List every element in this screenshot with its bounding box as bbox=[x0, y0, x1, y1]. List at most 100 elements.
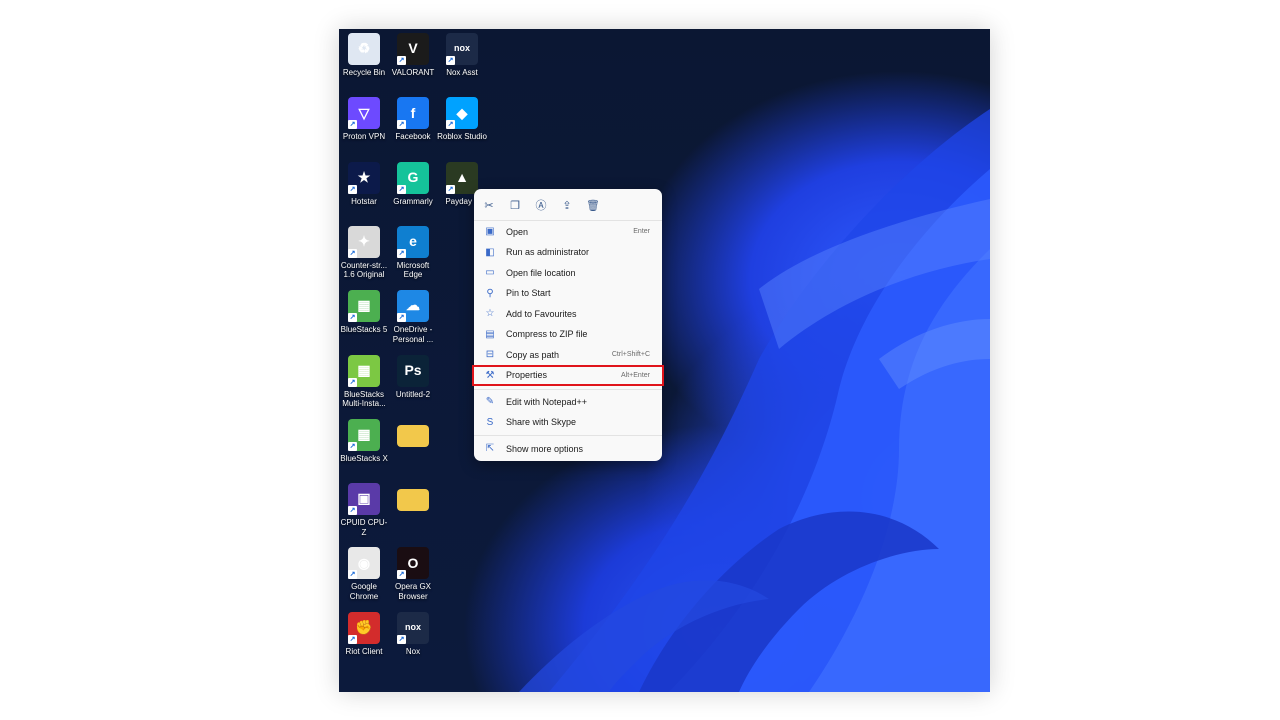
recycle-bin-icon: ♻ bbox=[348, 33, 380, 65]
pin-icon: ⚲ bbox=[486, 287, 494, 299]
edge-icon: e ↗ bbox=[397, 225, 429, 258]
desktop-icon[interactable]: nox ↗ Nox bbox=[388, 611, 438, 657]
folder-icon bbox=[397, 424, 429, 447]
desktop-icon-label: BlueStacks 5 bbox=[340, 325, 388, 335]
desktop-icon-label: Riot Client bbox=[345, 646, 383, 656]
menu-item-edit-with-notepad[interactable]: ✎ Edit with Notepad++ bbox=[478, 392, 658, 411]
desktop-icon[interactable]: f ↗ Facebook bbox=[388, 97, 438, 142]
delete-icon[interactable]: 🗑 bbox=[584, 196, 602, 214]
context-menu-quick-actions: ✂ ❐ Ⓐ ⇪ 🗑 bbox=[480, 196, 602, 214]
menu-item-shortcut: Enter bbox=[633, 228, 650, 235]
menu-item-copy-as-path[interactable]: ⊟ Copy as path Ctrl+Shift+C bbox=[478, 345, 658, 364]
desktop-icon-label: Proton VPN bbox=[342, 132, 386, 142]
menu-item-share-with-skype[interactable]: S Share with Skype bbox=[478, 413, 658, 432]
desktop-icon-label: BlueStacks Multi-Insta... bbox=[342, 389, 386, 409]
menu-item-label: Run as administrator bbox=[506, 247, 590, 257]
properties-highlight-box bbox=[472, 365, 664, 386]
desktop-icon[interactable]: ▣ ↗ CPUID CPU-Z bbox=[339, 483, 389, 537]
menu-divider bbox=[474, 220, 662, 221]
menu-item-label: Add to Favourites bbox=[506, 308, 577, 319]
desktop-icon[interactable]: nox ↗ Nox Asst bbox=[437, 33, 487, 78]
desktop-icon-label: Microsoft Edge bbox=[396, 260, 430, 280]
proton-vpn-icon: ▽ ↗ bbox=[348, 97, 380, 130]
zip-icon: ▤ bbox=[485, 328, 495, 340]
menu-item-open[interactable]: ▣ Open Enter bbox=[478, 222, 658, 241]
desktop-icon[interactable]: O ↗ Opera GX Browser bbox=[388, 547, 438, 601]
desktop-icon[interactable]: ▽ ↗ Proton VPN bbox=[339, 97, 389, 142]
shortcut-arrow-icon: ↗ bbox=[348, 248, 357, 258]
nox-icon: nox ↗ bbox=[397, 611, 429, 644]
shortcut-arrow-icon: ↗ bbox=[397, 248, 406, 258]
menu-item-open-file-location[interactable]: ▭ Open file location bbox=[478, 263, 658, 282]
desktop-icon[interactable]: ✦ ↗ Counter-str... 1.6 Original bbox=[339, 225, 389, 280]
desktop-icon[interactable]: ♻ Recycle Bin bbox=[339, 33, 389, 78]
share-icon[interactable]: ⇪ bbox=[558, 196, 576, 214]
desktop-icon-label: Recycle Bin bbox=[342, 68, 386, 77]
menu-divider bbox=[474, 389, 662, 390]
more-options-icon: ⇱ bbox=[485, 443, 495, 454]
desktop-icon[interactable]: G ↗ Grammarly bbox=[388, 161, 438, 207]
desktop-icon[interactable]: ▦ ↗ BlueStacks X bbox=[339, 418, 389, 464]
desktop-icon[interactable]: V ↗ VALORANT bbox=[388, 33, 438, 78]
menu-item-add-to-favourites[interactable]: ☆ Add to Favourites bbox=[478, 304, 658, 323]
desktop-icon-label: Nox bbox=[405, 646, 421, 656]
desktop-icon-label: Facebook bbox=[395, 132, 431, 142]
shortcut-arrow-icon: ↗ bbox=[348, 441, 357, 451]
desktop-icon[interactable]: e ↗ Microsoft Edge bbox=[388, 225, 438, 280]
bluestacks-multi-icon: ▦ ↗ bbox=[348, 354, 380, 387]
photoshop-file-icon: Ps bbox=[397, 354, 429, 387]
shortcut-arrow-icon: ↗ bbox=[348, 377, 357, 387]
shortcut-arrow-icon: ↗ bbox=[397, 56, 406, 65]
shortcut-arrow-icon: ↗ bbox=[446, 184, 455, 194]
desktop-icon[interactable]: ▦ ↗ BlueStacks Multi-Insta... bbox=[339, 354, 389, 409]
cut-icon[interactable]: ✂ bbox=[480, 196, 498, 214]
desktop-icon[interactable]: ◆ ↗ Roblox Studio bbox=[437, 97, 487, 142]
desktop-icon-label: Roblox Studio bbox=[437, 132, 487, 142]
roblox-studio-icon: ◆ ↗ bbox=[446, 97, 478, 130]
menu-item-compress-to-zip-file[interactable]: ▤ Compress to ZIP file bbox=[478, 325, 658, 344]
folder-icon: ▭ bbox=[485, 267, 495, 278]
desktop-screenshot: ♻ Recycle Bin V ↗ VALORANT nox ↗ Nox Asst ▽ ↗ Prot… bbox=[339, 29, 990, 692]
grammarly-icon: G ↗ bbox=[397, 161, 429, 194]
path-icon: ⊟ bbox=[485, 349, 495, 360]
desktop-icon[interactable] bbox=[388, 419, 438, 454]
desktop-icon[interactable]: ◉ ↗ Google Chrome bbox=[339, 547, 389, 601]
shortcut-arrow-icon: ↗ bbox=[348, 634, 357, 644]
shortcut-arrow-icon: ↗ bbox=[348, 120, 357, 130]
payday-icon: ▲ ↗ bbox=[446, 161, 478, 194]
desktop-icon-label: CPUID CPU-Z bbox=[340, 518, 388, 537]
desktop-icon[interactable]: ✊ ↗ Riot Client bbox=[339, 611, 389, 657]
chrome-icon: ◉ ↗ bbox=[348, 547, 380, 580]
menu-item-label: Copy as path bbox=[506, 349, 560, 360]
menu-item-shortcut: Ctrl+Shift+C bbox=[611, 351, 650, 358]
rename-icon[interactable]: Ⓐ bbox=[532, 196, 550, 214]
desktop-icon-label: Untitled-2 bbox=[395, 389, 431, 399]
shortcut-arrow-icon: ↗ bbox=[446, 56, 455, 65]
menu-item-label: Edit with Notepad++ bbox=[506, 396, 588, 407]
bluestacks-x-icon: ▦ ↗ bbox=[348, 418, 380, 451]
desktop-icon-label: Grammarly bbox=[393, 196, 433, 206]
menu-item-show-more-options[interactable]: ⇱ Show more options bbox=[478, 439, 658, 458]
desktop-icon[interactable]: ☁ ↗ OneDrive - Personal ... bbox=[388, 290, 438, 344]
copy-icon[interactable]: ❐ bbox=[506, 196, 524, 214]
open-icon: ▣ bbox=[485, 226, 495, 237]
desktop-icon-label: BlueStacks X bbox=[340, 453, 388, 463]
menu-item-run-as-administrator[interactable]: ◧ Run as administrator bbox=[478, 243, 658, 262]
riot-client-icon: ✊ ↗ bbox=[348, 611, 380, 644]
desktop-icon[interactable]: Ps Untitled-2 bbox=[388, 354, 438, 400]
menu-item-pin-to-start[interactable]: ⚲ Pin to Start bbox=[478, 284, 658, 303]
facebook-icon: f ↗ bbox=[397, 97, 429, 130]
shortcut-arrow-icon: ↗ bbox=[397, 634, 406, 644]
menu-item-label: Pin to Start bbox=[506, 288, 551, 298]
desktop-icon[interactable]: ★ ↗ Hotstar bbox=[339, 161, 389, 207]
desktop-icon-label: Counter-str... 1.6 Original bbox=[340, 260, 388, 280]
hotstar-icon: ★ ↗ bbox=[348, 161, 380, 194]
desktop-icon[interactable] bbox=[388, 483, 438, 518]
cpu-z-icon: ▣ ↗ bbox=[348, 483, 380, 516]
menu-item-label: Share with Skype bbox=[506, 417, 577, 427]
menu-item-label: Open bbox=[506, 226, 529, 237]
valorant-icon: V ↗ bbox=[397, 33, 429, 65]
desktop-icon[interactable]: ▦ ↗ BlueStacks 5 bbox=[339, 290, 389, 335]
desktop-icon-label: OneDrive - Personal ... bbox=[392, 325, 434, 344]
opera-gx-icon: O ↗ bbox=[397, 547, 429, 580]
